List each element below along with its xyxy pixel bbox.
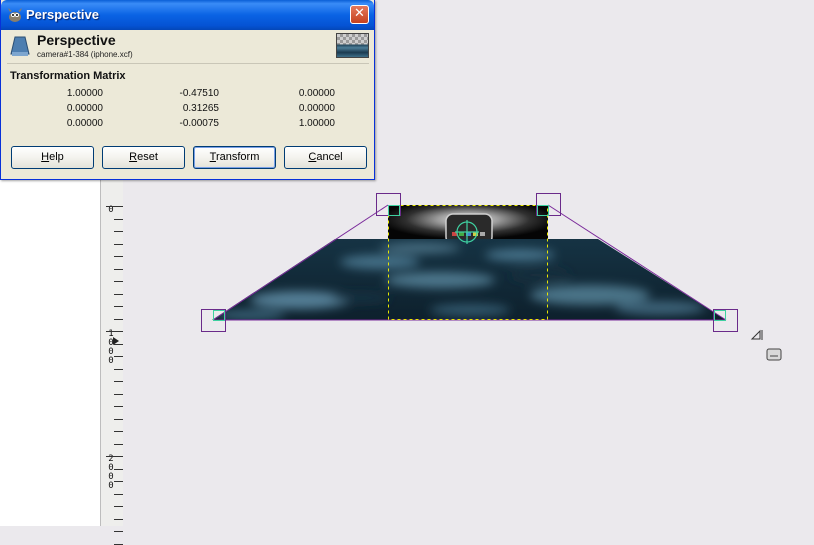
water-texture-layer <box>212 239 726 320</box>
reset-label: eset <box>137 151 158 163</box>
resize-corner-icon[interactable] <box>750 329 763 340</box>
perspective-dialog: Perspective ✕ Perspective camera#1-384 (… <box>0 0 375 180</box>
layer-preview-icon <box>336 33 369 58</box>
matrix-cell: -0.00075 <box>179 118 219 129</box>
matrix-cell: 0.00000 <box>66 103 103 114</box>
dialog-title: Perspective <box>26 7 99 22</box>
ruler-tick <box>114 531 123 532</box>
dialog-heading: Perspective <box>37 32 116 48</box>
matrix-cell: 1.00000 <box>66 88 103 99</box>
section-title: Transformation Matrix <box>10 70 126 82</box>
help-button[interactable]: Help <box>11 146 94 169</box>
dialog-subheading: camera#1-384 (iphone.xcf) <box>37 50 133 59</box>
cancel-label: ancel <box>316 151 343 163</box>
matrix-row: 0.00000 -0.00075 1.00000 <box>1 118 376 133</box>
matrix-row: 1.00000 -0.47510 0.00000 <box>1 88 376 103</box>
matrix-cell: 0.00000 <box>66 118 103 129</box>
transformation-matrix: 1.00000 -0.47510 0.00000 0.00000 0.31265… <box>1 88 376 133</box>
transform-button[interactable]: Transform <box>193 146 276 169</box>
matrix-cell: 0.31265 <box>182 103 219 114</box>
matrix-cell: 1.00000 <box>298 118 335 129</box>
navigate-icon[interactable] <box>766 348 782 361</box>
help-mnemonic: H <box>41 151 50 163</box>
dialog-header: Perspective camera#1-384 (iphone.xcf) <box>7 31 369 63</box>
close-icon: ✕ <box>354 6 365 21</box>
cancel-button[interactable]: Cancel <box>284 146 367 169</box>
perspective-tool-icon <box>10 36 30 56</box>
reset-button[interactable]: Reset <box>102 146 185 169</box>
dialog-titlebar[interactable]: Perspective ✕ <box>1 0 374 30</box>
reset-mnemonic: R <box>129 151 138 163</box>
matrix-cell: 0.00000 <box>298 88 335 99</box>
matrix-cell: -0.47510 <box>179 88 219 99</box>
close-button[interactable]: ✕ <box>350 5 369 24</box>
matrix-row: 0.00000 0.31265 0.00000 <box>1 103 376 118</box>
header-divider <box>7 63 369 64</box>
matrix-cell: 0.00000 <box>298 103 335 114</box>
gimp-icon <box>8 8 22 22</box>
transform-label: ransform <box>215 151 260 163</box>
help-label: elp <box>49 151 64 163</box>
